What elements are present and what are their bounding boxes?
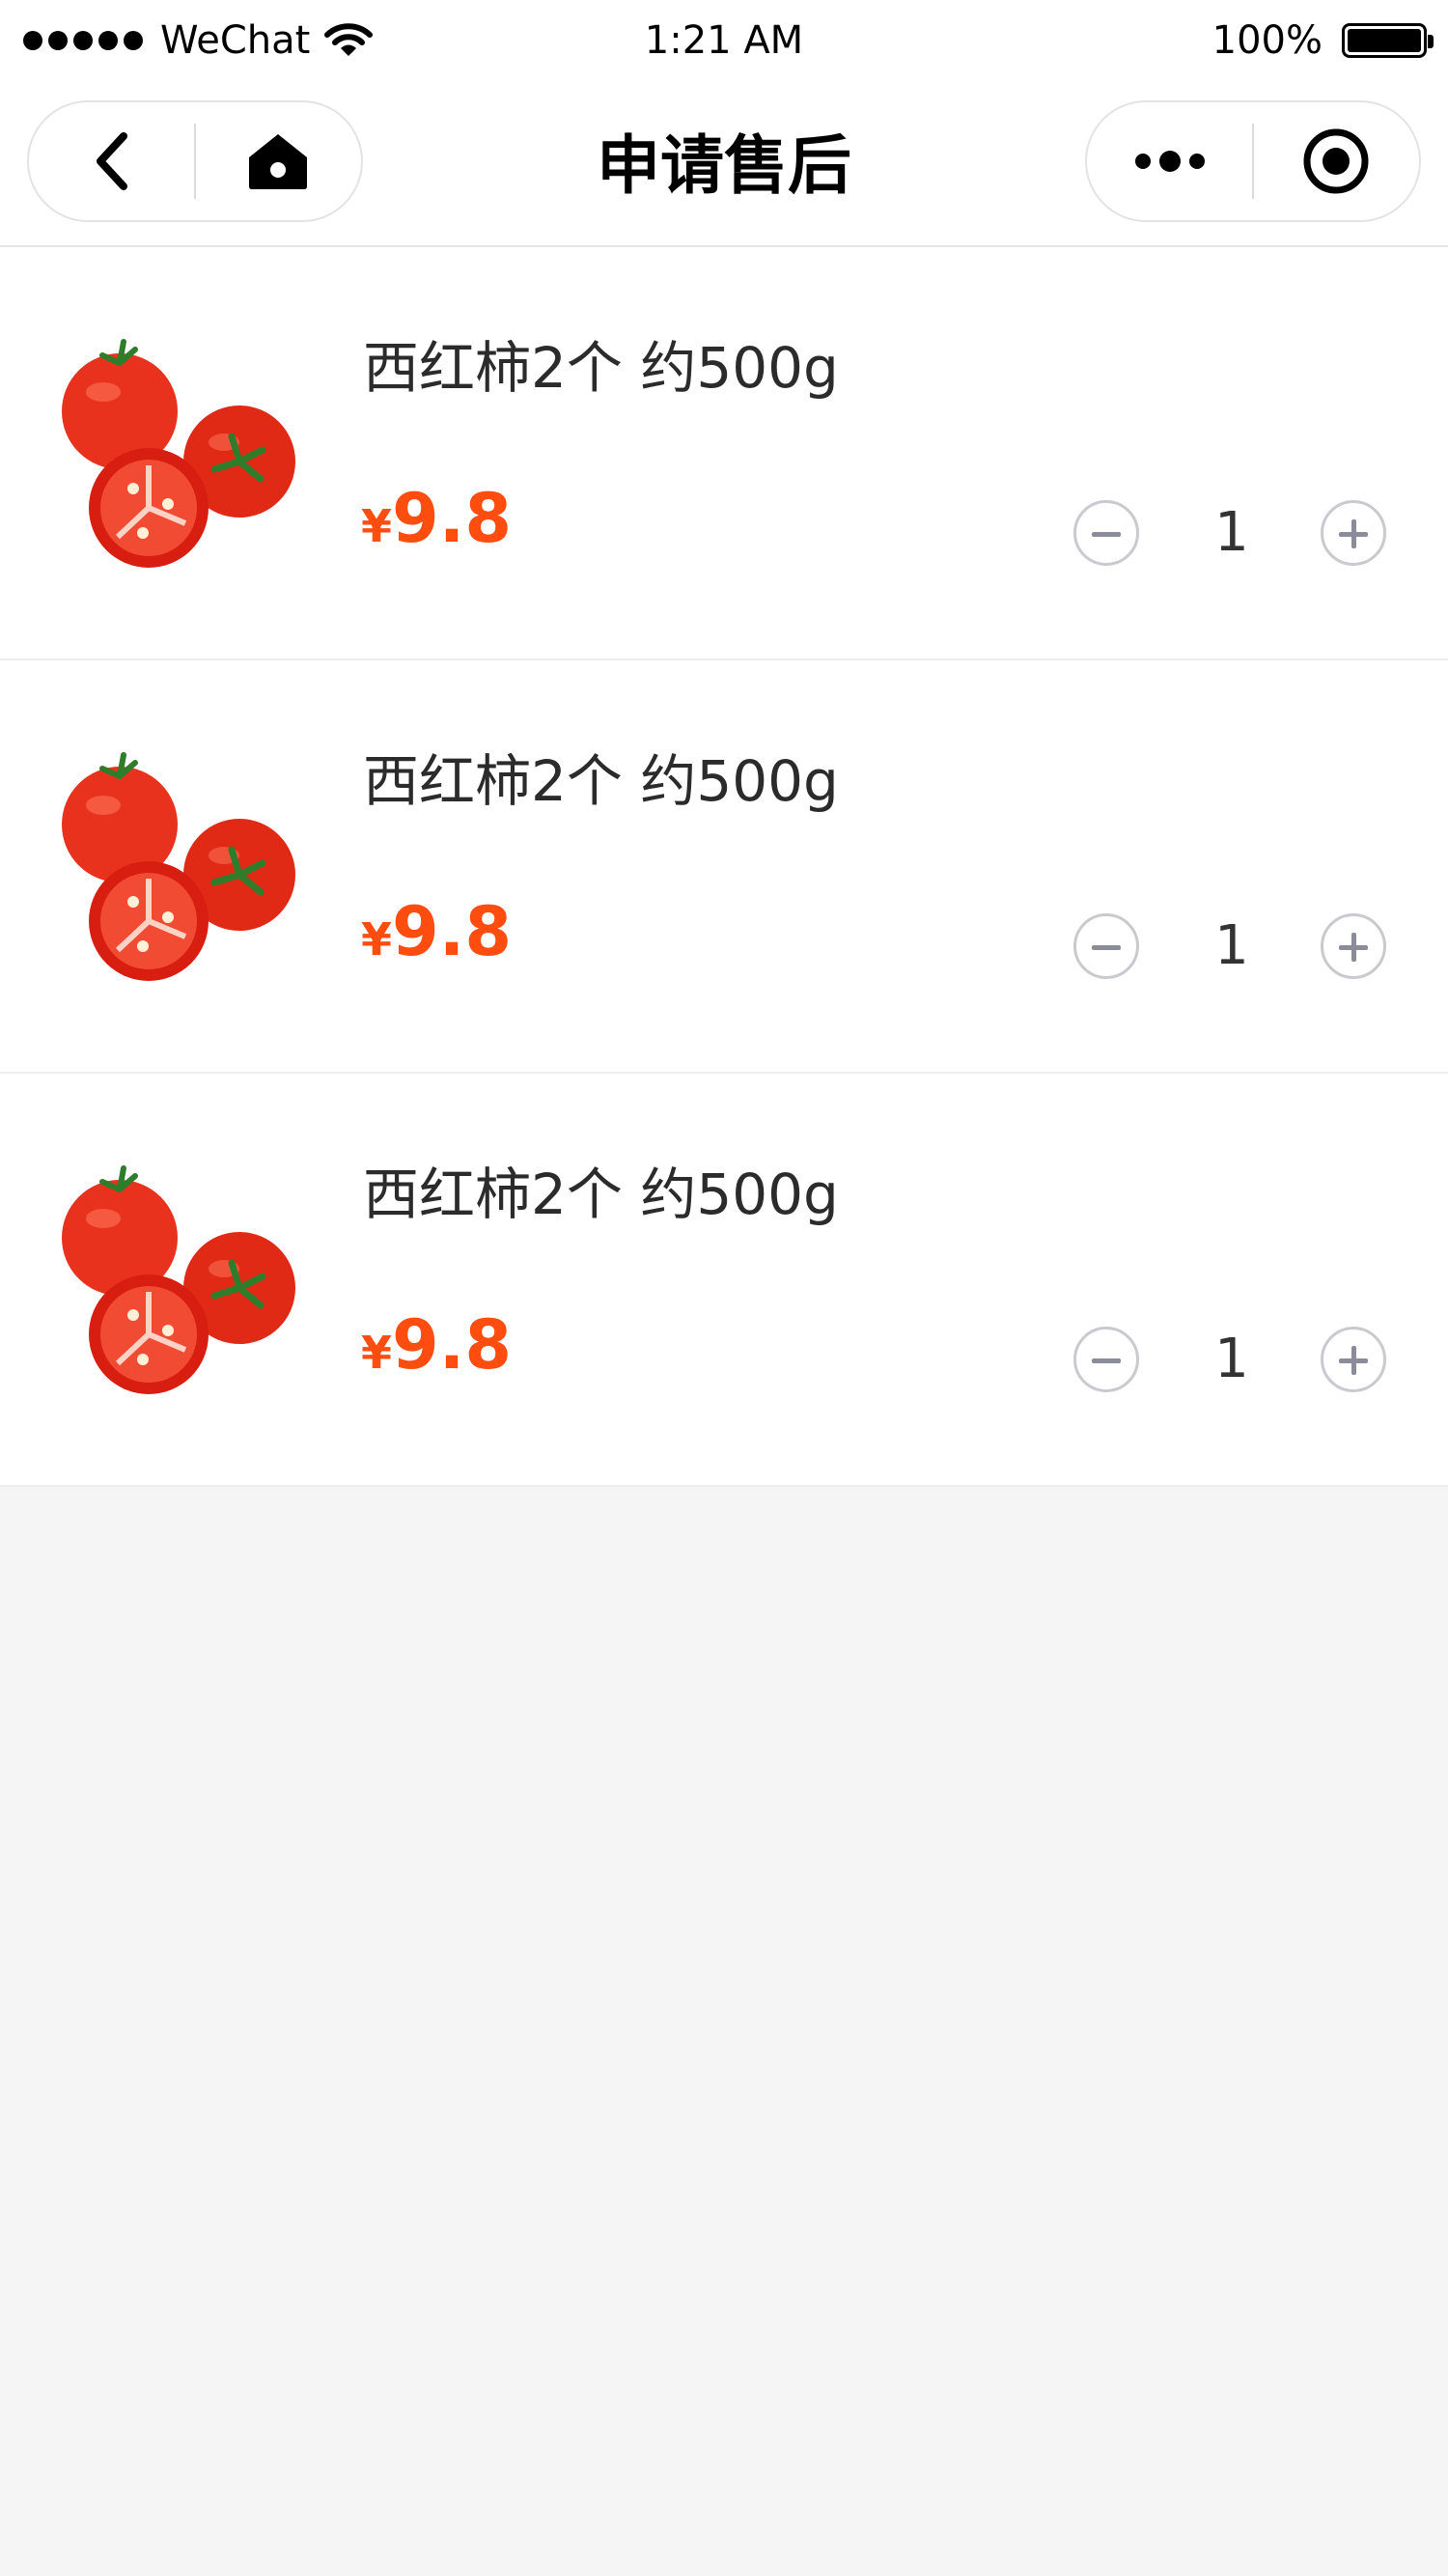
status-right: 100% <box>1211 12 1434 70</box>
decrease-button[interactable] <box>1073 1327 1139 1392</box>
quantity-value: 1 <box>1214 1328 1249 1390</box>
product-list: 西红柿2个 约500g ¥9.8 1 西红柿2个 约500g ¥9.8 1 西红… <box>0 247 1448 1487</box>
home-button[interactable] <box>196 102 361 220</box>
product-price: ¥9.8 <box>361 1305 512 1385</box>
decrease-button[interactable] <box>1073 913 1139 979</box>
home-icon <box>249 134 308 189</box>
price-value: 9.8 <box>392 1305 513 1385</box>
close-miniprogram-icon <box>1303 128 1369 194</box>
battery-icon <box>1342 23 1434 58</box>
currency-symbol: ¥ <box>361 1327 393 1379</box>
back-button[interactable] <box>29 102 194 220</box>
status-bar: WeChat 1:21 AM 100% <box>0 0 1448 85</box>
wifi-icon <box>324 23 374 56</box>
nav-right-capsule <box>1085 100 1421 222</box>
quantity-stepper: 1 <box>1073 913 1392 983</box>
product-name: 西红柿2个 约500g <box>363 335 839 401</box>
price-value: 9.8 <box>392 892 513 971</box>
list-item: 西红柿2个 约500g ¥9.8 1 <box>0 1074 1448 1487</box>
tomato-image <box>62 1165 295 1394</box>
close-miniprogram-button[interactable] <box>1254 102 1419 220</box>
battery-percent: 100% <box>1211 18 1323 63</box>
product-name: 西红柿2个 约500g <box>363 1162 839 1227</box>
currency-symbol: ¥ <box>361 913 393 966</box>
increase-button[interactable] <box>1321 1327 1386 1392</box>
quantity-stepper: 1 <box>1073 500 1392 570</box>
more-icon <box>1134 151 1205 172</box>
more-button[interactable] <box>1087 102 1252 220</box>
price-value: 9.8 <box>392 479 513 558</box>
quantity-stepper: 1 <box>1073 1327 1392 1396</box>
status-left: WeChat <box>23 12 374 70</box>
nav-bar: 申请售后 <box>0 85 1448 247</box>
increase-button[interactable] <box>1321 913 1386 979</box>
quantity-value: 1 <box>1214 914 1249 977</box>
product-name: 西红柿2个 约500g <box>363 748 839 814</box>
decrease-button[interactable] <box>1073 500 1139 566</box>
nav-left-capsule <box>27 100 363 222</box>
increase-button[interactable] <box>1321 500 1386 566</box>
list-item: 西红柿2个 约500g ¥9.8 1 <box>0 660 1448 1074</box>
tomato-image <box>62 339 295 568</box>
list-item: 西红柿2个 约500g ¥9.8 1 <box>0 247 1448 660</box>
currency-symbol: ¥ <box>361 500 393 552</box>
back-icon <box>96 132 127 190</box>
product-price: ¥9.8 <box>361 892 512 971</box>
quantity-value: 1 <box>1214 501 1249 564</box>
signal-icon <box>23 31 143 50</box>
carrier-name: WeChat <box>160 18 311 63</box>
product-price: ¥9.8 <box>361 479 512 558</box>
tomato-image <box>62 752 295 981</box>
